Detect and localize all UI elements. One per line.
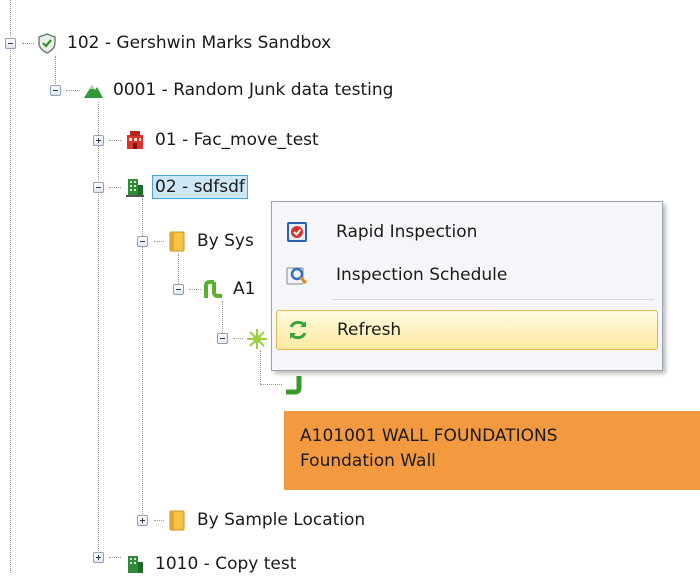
expand-toggle[interactable]	[93, 552, 104, 563]
collapse-toggle[interactable]	[93, 182, 104, 193]
expand-toggle[interactable]	[137, 515, 148, 526]
menu-item-refresh[interactable]: Refresh	[276, 310, 658, 350]
tree-node-label: By Sample Location	[197, 510, 366, 530]
menu-separator	[332, 299, 654, 300]
collapse-toggle[interactable]	[173, 284, 184, 295]
tree-node-building[interactable]: 02 - sdfsdf	[124, 173, 248, 201]
tree-node-fac-move[interactable]: 01 - Fac_move_test	[124, 126, 322, 154]
building-green-icon	[124, 176, 146, 198]
folder-icon	[166, 509, 188, 531]
building-green-icon	[124, 553, 146, 575]
tree-node-site[interactable]: 0001 - Random Junk data testing	[82, 76, 396, 104]
tree-connector	[260, 350, 261, 384]
expand-toggle[interactable]	[93, 135, 104, 146]
tree-connector	[154, 241, 164, 242]
collapse-toggle[interactable]	[50, 85, 61, 96]
tree-node-by-sample[interactable]: By Sample Location	[166, 506, 368, 534]
building-red-icon	[124, 129, 146, 151]
element-tooltip: A101001 WALL FOUNDATIONS Foundation Wall	[284, 411, 700, 490]
shield-icon	[36, 32, 58, 54]
tree-node-system-item[interactable]: A1	[202, 275, 258, 303]
tree-connector	[154, 520, 164, 521]
tree-node-by-system[interactable]: By Sys	[166, 227, 257, 255]
rapid-inspection-icon	[284, 219, 310, 245]
tree-connector	[109, 187, 121, 188]
menu-item-label: Refresh	[337, 320, 402, 340]
tree-node-label: 1010 - Copy test	[155, 554, 297, 574]
star-burst-icon	[246, 328, 268, 350]
pipe-elbow-icon	[284, 374, 306, 396]
menu-item-label: Rapid Inspection	[336, 222, 478, 242]
tree-node-copy-test[interactable]: 1010 - Copy test	[124, 550, 299, 578]
tree-connector	[66, 90, 80, 91]
tree-connector	[189, 289, 201, 290]
tree-connector	[98, 102, 99, 557]
context-menu: Rapid Inspection Inspection Schedule Ref…	[271, 201, 663, 371]
refresh-icon	[285, 317, 311, 343]
tree-node-label: 01 - Fac_move_test	[155, 130, 319, 150]
tree-node-label: By Sys	[197, 231, 254, 251]
inspection-schedule-icon	[284, 262, 310, 288]
tree-connector	[22, 43, 34, 44]
menu-item-rapid-inspection[interactable]: Rapid Inspection	[276, 212, 658, 252]
menu-item-inspection-schedule[interactable]: Inspection Schedule	[276, 255, 658, 295]
tree-node-project[interactable]: 102 - Gershwin Marks Sandbox	[36, 29, 334, 57]
tree-node-component[interactable]	[246, 325, 274, 353]
tooltip-line-1: A101001 WALL FOUNDATIONS	[300, 426, 558, 446]
pipe-icon	[202, 278, 224, 300]
collapse-toggle[interactable]	[217, 333, 228, 344]
tree-node-label: 102 - Gershwin Marks Sandbox	[67, 33, 332, 53]
tree-node-label-selected: 02 - sdfsdf	[152, 175, 248, 199]
tree-node-label: 0001 - Random Junk data testing	[113, 80, 394, 100]
tree-connector	[109, 140, 121, 141]
collapse-toggle[interactable]	[5, 38, 16, 49]
tree-connector	[10, 0, 11, 573]
flag-icon	[82, 79, 104, 101]
tree-node-element[interactable]	[284, 371, 312, 399]
tree-connector	[109, 557, 121, 558]
folder-icon	[166, 230, 188, 252]
tree-node-label: A1	[233, 279, 256, 299]
menu-item-label: Inspection Schedule	[336, 265, 508, 285]
tree-connector	[178, 254, 179, 288]
tree-connector	[233, 338, 243, 339]
collapse-toggle[interactable]	[137, 236, 148, 247]
tree-connector	[260, 384, 282, 385]
tooltip-line-2: Foundation Wall	[300, 451, 436, 471]
